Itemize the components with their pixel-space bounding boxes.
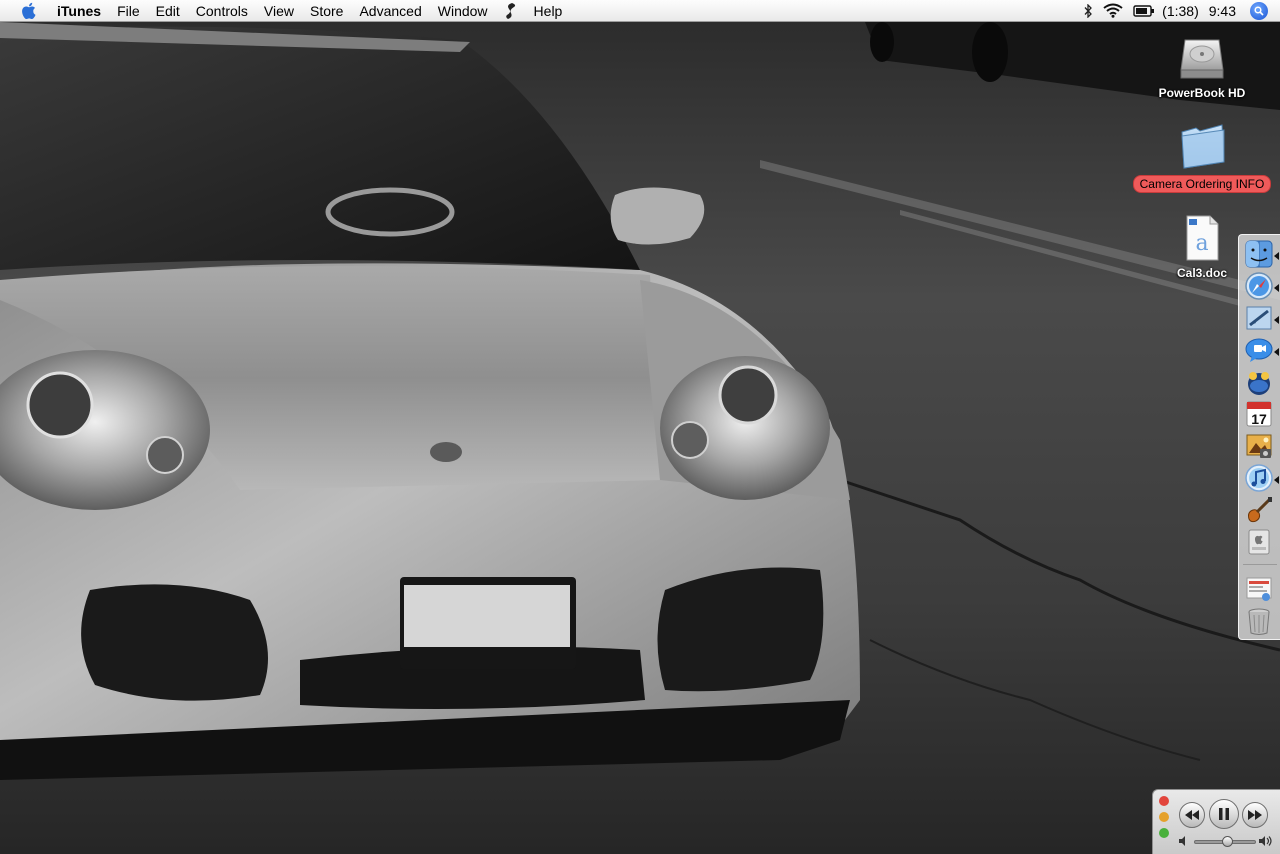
bluetooth-icon[interactable]	[1078, 3, 1098, 18]
rewind-icon	[1185, 810, 1199, 820]
menu-advanced[interactable]: Advanced	[351, 0, 429, 22]
minimize-button[interactable]	[1159, 812, 1169, 822]
ical-date: 17	[1251, 411, 1267, 427]
battery-icon[interactable]	[1128, 4, 1160, 17]
running-indicator	[1274, 316, 1279, 324]
menu-bar: iTunes File Edit Controls View Store Adv…	[0, 0, 1280, 22]
mail-icon	[1246, 306, 1272, 330]
dock-item-dashboard[interactable]	[1244, 367, 1274, 397]
itunes-mini-player[interactable]	[1152, 789, 1280, 854]
dock-item-system-preferences[interactable]	[1244, 527, 1274, 557]
rewind-button[interactable]	[1179, 802, 1205, 828]
running-indicator	[1274, 348, 1279, 356]
system-preferences-icon	[1248, 529, 1270, 555]
ichat-icon	[1245, 338, 1273, 362]
pause-button[interactable]	[1209, 799, 1239, 829]
battery-time[interactable]: (1:38)	[1160, 0, 1201, 22]
itunes-icon	[1245, 464, 1273, 492]
dock-item-mail[interactable]	[1244, 303, 1274, 333]
script-menu-icon[interactable]	[496, 2, 526, 20]
dock-item-finder[interactable]	[1244, 239, 1274, 269]
volume-slider-knob[interactable]	[1222, 836, 1234, 847]
zoom-button[interactable]	[1159, 828, 1169, 838]
desktop-item-label: Camera Ordering INFO	[1132, 175, 1272, 193]
hard-drive-icon	[1180, 39, 1224, 79]
ical-icon: 17	[1246, 401, 1272, 427]
dashboard-icon	[1248, 372, 1270, 395]
menu-window[interactable]: Window	[430, 0, 496, 22]
spotlight-search-icon[interactable]	[1250, 1, 1268, 20]
close-button[interactable]	[1159, 796, 1169, 806]
app-menu-itunes[interactable]: iTunes	[49, 0, 109, 22]
safari-icon	[1245, 272, 1273, 300]
menu-store[interactable]: Store	[302, 0, 351, 22]
document-stack-icon	[1246, 577, 1272, 601]
svg-text:a: a	[1195, 231, 1208, 256]
volume-low-icon	[1179, 836, 1185, 846]
desktop-item-cal3-doc[interactable]: a Cal3.doc	[1160, 214, 1244, 281]
finder-icon	[1245, 240, 1273, 268]
garageband-icon	[1248, 497, 1272, 523]
menu-edit[interactable]: Edit	[148, 0, 188, 22]
dock-item-garageband[interactable]	[1244, 495, 1274, 525]
fast-forward-icon	[1248, 810, 1262, 820]
dock-item-safari[interactable]	[1244, 271, 1274, 301]
pause-icon	[1219, 808, 1229, 820]
dock-item-document[interactable]	[1244, 574, 1274, 604]
menu-file[interactable]: File	[109, 0, 148, 22]
desktop-item-label: Cal3.doc	[1176, 266, 1227, 280]
dock-item-ical[interactable]: 17	[1244, 399, 1274, 429]
menu-view[interactable]: View	[256, 0, 302, 22]
running-indicator	[1274, 476, 1279, 484]
fast-forward-button[interactable]	[1242, 802, 1268, 828]
desktop-wallpaper	[0, 0, 1280, 854]
wifi-icon[interactable]	[1098, 3, 1128, 18]
dock-item-itunes[interactable]	[1244, 463, 1274, 493]
desktop-item-camera-ordering-info[interactable]: Camera Ordering INFO	[1125, 122, 1279, 193]
dock-item-ichat[interactable]	[1244, 335, 1274, 365]
volume-high-icon	[1259, 836, 1272, 846]
dock: 17	[1238, 234, 1280, 640]
apple-menu-icon[interactable]	[17, 0, 39, 22]
desktop-item-powerbook-hd[interactable]: PowerBook HD	[1150, 30, 1254, 101]
dock-item-iphoto[interactable]	[1244, 431, 1274, 461]
desktop-item-label: PowerBook HD	[1158, 86, 1246, 100]
menu-controls[interactable]: Controls	[188, 0, 256, 22]
trash-icon	[1248, 608, 1270, 635]
folder-icon	[1181, 124, 1225, 169]
iphoto-icon	[1246, 434, 1272, 458]
dock-divider	[1243, 564, 1277, 565]
dock-item-trash[interactable]	[1244, 606, 1274, 636]
menu-clock[interactable]: 9:43	[1201, 3, 1250, 19]
running-indicator	[1274, 284, 1279, 292]
running-indicator	[1274, 252, 1279, 260]
document-icon: a	[1186, 215, 1219, 261]
menu-help[interactable]: Help	[526, 0, 571, 22]
